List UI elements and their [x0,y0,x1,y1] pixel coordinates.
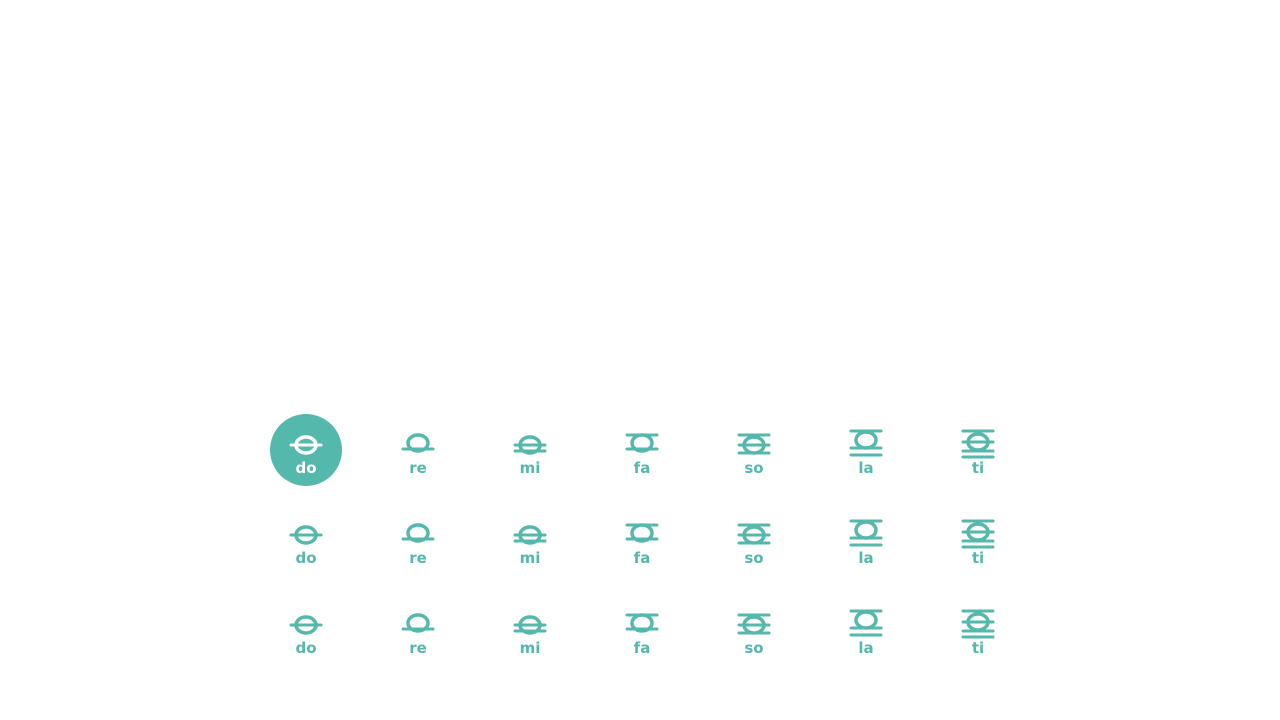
note-label: fa [633,639,651,657]
note-button-grid: do re mi fa so la ti do re mi fa so la ti do re mi fa so la… [250,405,1034,675]
note-button-la[interactable]: la [810,585,922,675]
note-label: so [744,549,764,567]
note-so-icon [737,523,771,545]
note-re-icon [401,523,435,543]
note-button-fa[interactable]: fa [586,405,698,495]
note-button-la[interactable]: la [810,405,922,495]
note-ti-icon [961,429,995,459]
note-label: fa [633,459,651,477]
note-ti-icon [961,609,995,639]
note-do-icon [289,435,323,455]
note-fa-icon [625,523,659,543]
note-label: mi [519,459,541,477]
solfege-screen: do re mi fa so la ti do re mi fa so la ti do re mi fa so la… [0,0,1280,720]
note-mi-icon [513,615,547,635]
note-so-icon [737,433,771,455]
note-button-so[interactable]: so [698,495,810,585]
note-label: do [295,549,317,567]
note-la-icon [849,429,883,457]
note-label: ti [971,639,985,657]
note-do-icon [289,615,323,635]
note-la-icon [849,519,883,547]
note-fa-icon [625,433,659,453]
note-button-so[interactable]: so [698,405,810,495]
note-label: do [295,459,317,477]
note-head [854,610,878,630]
note-button-re[interactable]: re [362,585,474,675]
note-label: re [409,549,427,567]
note-button-do[interactable]: do [250,405,362,495]
note-label: so [744,459,764,477]
note-button-fa[interactable]: fa [586,495,698,585]
note-head [854,430,878,450]
note-label: ti [971,549,985,567]
note-button-ti[interactable]: ti [922,585,1034,675]
note-mi-icon [513,435,547,455]
note-button-do[interactable]: do [250,585,362,675]
note-label: ti [971,459,985,477]
note-head [854,520,878,540]
note-button-re[interactable]: re [362,405,474,495]
note-button-do[interactable]: do [250,495,362,585]
note-so-icon [737,613,771,635]
note-do-icon [289,525,323,545]
note-label: do [295,639,317,657]
note-label: la [858,639,874,657]
note-fa-icon [625,613,659,633]
note-button-la[interactable]: la [810,495,922,585]
note-ti-icon [961,519,995,549]
note-label: la [858,459,874,477]
note-label: re [409,459,427,477]
note-label: mi [519,549,541,567]
note-button-mi[interactable]: mi [474,405,586,495]
note-label: fa [633,549,651,567]
note-button-ti[interactable]: ti [922,495,1034,585]
note-button-ti[interactable]: ti [922,405,1034,495]
note-label: so [744,639,764,657]
note-label: mi [519,639,541,657]
note-mi-icon [513,525,547,545]
note-button-so[interactable]: so [698,585,810,675]
note-re-icon [401,433,435,453]
note-button-fa[interactable]: fa [586,585,698,675]
note-label: re [409,639,427,657]
note-button-re[interactable]: re [362,495,474,585]
note-label: la [858,549,874,567]
note-la-icon [849,609,883,637]
note-button-mi[interactable]: mi [474,495,586,585]
note-re-icon [401,613,435,633]
note-button-mi[interactable]: mi [474,585,586,675]
